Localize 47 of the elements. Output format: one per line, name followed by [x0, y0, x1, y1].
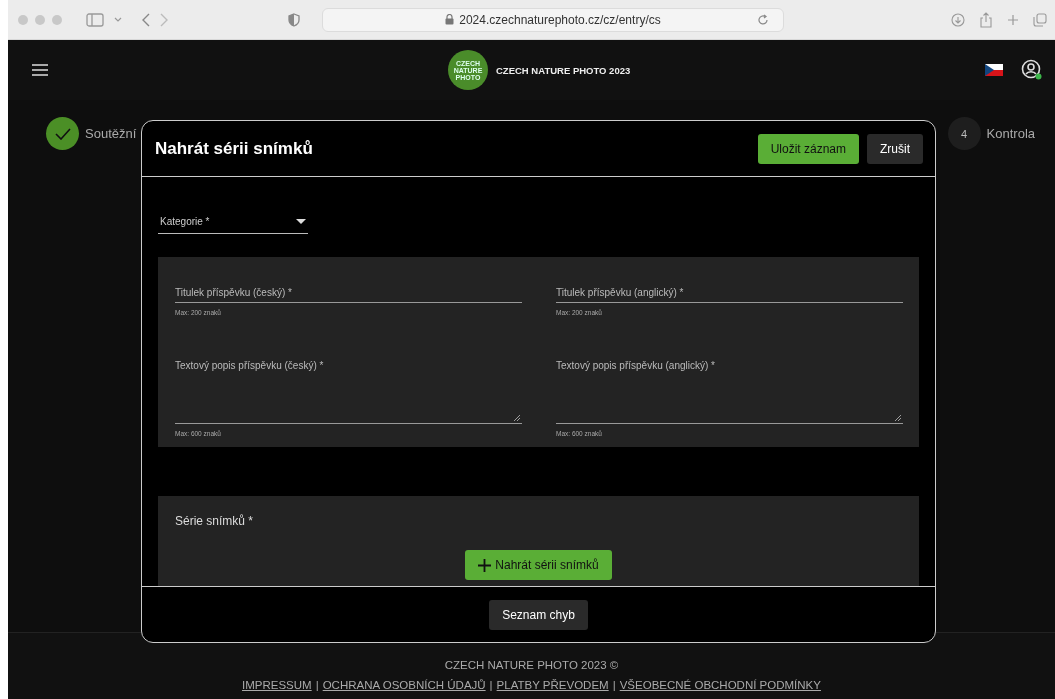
reload-icon[interactable]	[757, 13, 769, 26]
link-separator: |	[315, 679, 319, 691]
input-field[interactable]: Titulek příspěvku (český) *	[175, 283, 522, 303]
flag-icon[interactable]	[985, 64, 1003, 76]
shield-icon[interactable]	[288, 12, 300, 27]
window-control-icon[interactable]	[52, 14, 62, 25]
series-label: Série snímků *	[175, 514, 255, 528]
sidebar-icon[interactable]	[86, 12, 104, 27]
cancel-button[interactable]: Zrušit	[867, 133, 923, 164]
plus-icon	[478, 558, 492, 572]
copyright-text: CZECH NATURE PHOTO 2023 ©	[444, 659, 619, 671]
tabs-overview-icon[interactable]	[1033, 12, 1047, 27]
input-field[interactable]: Textový popis příspěvku (anglický) *	[556, 356, 903, 424]
save-button[interactable]: Uložit záznam	[757, 133, 859, 164]
footer-link[interactable]: PLATBY PŘEVODEM	[496, 679, 609, 691]
lock-icon	[445, 14, 455, 25]
window-control-icon[interactable]	[35, 14, 45, 25]
user-icon[interactable]	[1021, 59, 1043, 81]
dropdown-arrow-icon	[296, 218, 306, 224]
checkmark-icon	[54, 127, 71, 140]
error-list-button[interactable]: Seznam chyb	[489, 599, 588, 630]
step-indicator: 4	[947, 117, 981, 150]
upload-button[interactable]: Nahrát sérii snímků	[465, 550, 612, 580]
url-text: 2024.czechnaturephoto.cz/cz/entry/cs	[459, 12, 661, 27]
link-separator: |	[612, 679, 616, 691]
chevron-down-icon[interactable]	[114, 16, 122, 23]
step-label: Kontrola	[986, 126, 1035, 141]
category-select[interactable]: Kategorie *	[158, 209, 308, 234]
footer-link[interactable]: VŠEOBECNÉ OBCHODNÍ PODMÍNKY	[619, 679, 821, 691]
share-icon[interactable]	[979, 11, 993, 28]
address-bar[interactable]: 2024.czechnaturephoto.cz/cz/entry/cs	[322, 7, 784, 32]
download-icon[interactable]	[951, 12, 965, 27]
site-title[interactable]: CZECH NATURE PHOTO 2023	[496, 64, 631, 76]
input-field[interactable]: Titulek příspěvku (anglický) *	[556, 283, 903, 303]
window-control-icon[interactable]	[18, 14, 28, 25]
menu-icon[interactable]	[32, 64, 48, 76]
resize-handle-icon[interactable]	[894, 414, 901, 421]
modal-title: Nahrát sérii snímků	[155, 138, 313, 159]
input-field[interactable]: Textový popis příspěvku (český) *	[175, 356, 522, 424]
step-label: Soutěžní	[85, 126, 137, 141]
footer-link[interactable]: OCHRANA OSOBNÍCH ÚDAJŮ	[322, 679, 486, 691]
resize-handle-icon[interactable]	[513, 414, 520, 421]
back-icon[interactable]	[142, 12, 150, 27]
new-tab-icon[interactable]	[1007, 13, 1019, 26]
footer-link[interactable]: IMPRESSUM	[242, 679, 312, 691]
forward-icon[interactable]	[160, 12, 168, 27]
link-separator: |	[489, 679, 493, 691]
